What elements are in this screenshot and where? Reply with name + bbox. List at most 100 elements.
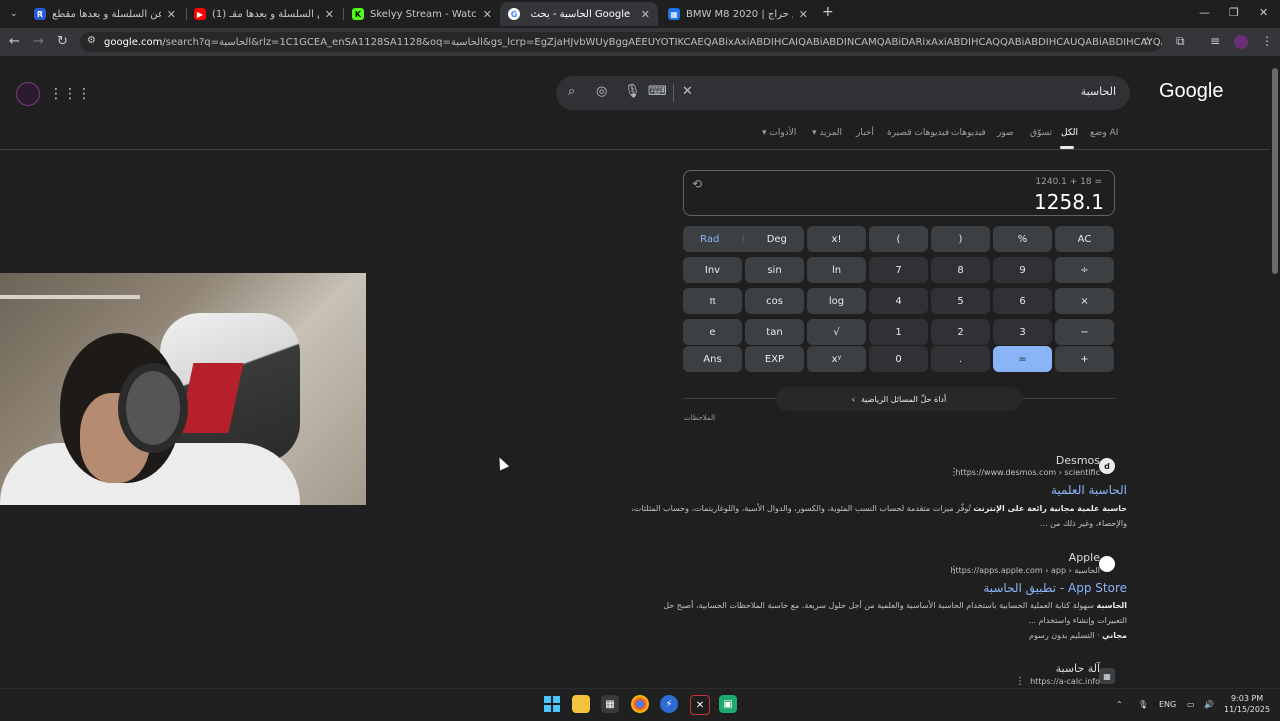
bookmark-star-icon[interactable]: ☆ xyxy=(1142,34,1153,48)
key-log[interactable]: log xyxy=(807,288,866,314)
close-icon[interactable]: ✕ xyxy=(799,8,808,21)
key-e[interactable]: e xyxy=(683,319,742,345)
key-6[interactable]: 6 xyxy=(993,288,1052,314)
key-power[interactable]: xʸ xyxy=(807,346,866,372)
tab-1[interactable]: R تتكلم عن السلسلة و بعدها مقطع ✕ xyxy=(26,2,184,26)
tab-5[interactable]: ▦ BMW M8 2020 | موقع حراج ✕ xyxy=(660,2,816,26)
key-rparen[interactable]: ) xyxy=(931,226,990,252)
key-inv[interactable]: Inv xyxy=(683,257,742,283)
key-multiply[interactable]: × xyxy=(1055,288,1114,314)
system-clock[interactable]: 9:03 PM 11/15/2025 xyxy=(1224,693,1270,715)
address-bar[interactable]: ⚙ google.com/search?q=الحاسبة&rlz=1C1GCE… xyxy=(80,32,1162,52)
chevron-up-icon[interactable]: ⌃ xyxy=(1116,700,1123,709)
key-sin[interactable]: sin xyxy=(745,257,804,283)
apps-grid-icon[interactable]: ⋮⋮⋮ xyxy=(49,86,91,102)
tab-tools[interactable]: ▾ الأدوات xyxy=(762,128,796,138)
key-9[interactable]: 9 xyxy=(993,257,1052,283)
tab-search-button[interactable]: ⌄ xyxy=(2,2,24,26)
close-icon[interactable]: ✕ xyxy=(325,8,334,21)
restore-button[interactable]: ❐ xyxy=(1229,6,1239,19)
lens-icon[interactable]: ◎ xyxy=(596,84,607,99)
more-options-icon[interactable]: ⋮ xyxy=(949,565,959,576)
account-avatar[interactable] xyxy=(16,82,40,106)
back-icon[interactable]: ← xyxy=(9,34,20,49)
green-app-icon[interactable]: ▣ xyxy=(719,695,737,713)
key-5[interactable]: 5 xyxy=(931,288,990,314)
rad-deg-toggle[interactable]: Rad | Deg xyxy=(683,226,804,252)
page-scrollbar[interactable] xyxy=(1270,56,1280,688)
chrome-icon[interactable] xyxy=(631,695,649,713)
key-dot[interactable]: . xyxy=(931,346,990,372)
minimize-button[interactable]: — xyxy=(1199,6,1210,19)
result-title[interactable]: الحاسبة العلمية xyxy=(1051,483,1127,497)
close-window-button[interactable]: ✕ xyxy=(1259,6,1268,19)
mic-tray-icon[interactable]: 🎙 xyxy=(1138,700,1148,709)
key-ln[interactable]: ln xyxy=(807,257,866,283)
key-ac[interactable]: AC xyxy=(1055,226,1114,252)
keyboard-icon[interactable]: ⌨ xyxy=(648,84,667,99)
key-1[interactable]: 1 xyxy=(869,319,928,345)
capcut-icon[interactable]: ✕ xyxy=(690,695,710,715)
result-url[interactable]: https://a-calc.info xyxy=(1030,677,1100,686)
reload-icon[interactable]: ↻ xyxy=(57,34,68,49)
tab-news[interactable]: أخبار xyxy=(856,128,874,138)
close-icon[interactable]: ✕ xyxy=(167,8,176,21)
result-site-name[interactable]: آلة حاسبة xyxy=(1056,662,1100,675)
search-query[interactable]: الحاسبة xyxy=(1081,85,1116,98)
tab-2[interactable]: ▶ (1) تتكلم عن السلسلة و بعدها مقـ ✕ xyxy=(186,2,342,26)
network-icon[interactable]: ▭ xyxy=(1187,700,1195,709)
mic-icon[interactable]: 🎙 xyxy=(624,84,641,99)
tab-all[interactable]: الكل xyxy=(1061,128,1078,138)
close-icon[interactable]: ✕ xyxy=(483,8,492,21)
app-icon[interactable]: ⚡ xyxy=(660,695,678,713)
key-0[interactable]: 0 xyxy=(869,346,928,372)
key-divide[interactable]: ÷ xyxy=(1055,257,1114,283)
google-logo[interactable]: Google xyxy=(1159,80,1224,103)
key-7[interactable]: 7 xyxy=(869,257,928,283)
profile-avatar-icon[interactable] xyxy=(1234,35,1248,49)
key-lparen[interactable]: ( xyxy=(869,226,928,252)
result-url[interactable]: https://www.desmos.com › scientific xyxy=(955,468,1100,477)
tab-4-active[interactable]: G الحاسبة - بحث Google ✕ xyxy=(500,2,658,26)
tab-3[interactable]: K Skelyy Stream - Watch Live on ✕ xyxy=(344,2,500,26)
feedback-link[interactable]: الملاحظات xyxy=(684,414,715,422)
key-minus[interactable]: − xyxy=(1055,319,1114,345)
history-icon[interactable]: ⟲ xyxy=(692,177,702,191)
tab-more[interactable]: ▾ المزيد xyxy=(812,128,842,138)
close-icon[interactable]: ✕ xyxy=(641,8,650,21)
key-sqrt[interactable]: √ xyxy=(807,319,866,345)
key-ans[interactable]: Ans xyxy=(683,346,742,372)
key-pi[interactable]: π xyxy=(683,288,742,314)
site-info-icon[interactable]: ⚙ xyxy=(87,35,96,46)
volume-icon[interactable]: 🔊 xyxy=(1204,700,1214,709)
result-title[interactable]: تطبيق الحاسبة - App Store xyxy=(983,581,1127,595)
file-explorer-icon[interactable] xyxy=(572,695,590,713)
key-2[interactable]: 2 xyxy=(931,319,990,345)
rad-label[interactable]: Rad xyxy=(700,234,719,245)
start-icon[interactable] xyxy=(543,695,561,713)
key-factorial[interactable]: x! xyxy=(807,226,866,252)
search-icon[interactable]: ⌕ xyxy=(568,84,575,99)
new-tab-button[interactable]: + xyxy=(822,4,834,20)
menu-kebab-icon[interactable]: ⋮ xyxy=(1261,34,1273,48)
deg-label[interactable]: Deg xyxy=(767,234,787,245)
more-options-icon[interactable]: ⋮ xyxy=(949,467,959,478)
more-options-icon[interactable]: ⋮ xyxy=(1015,676,1025,687)
key-exp[interactable]: EXP xyxy=(745,346,804,372)
result-site-name[interactable]: Apple xyxy=(1069,551,1100,564)
result-site-name[interactable]: Desmos xyxy=(1056,454,1100,467)
clear-icon[interactable]: ✕ xyxy=(682,84,693,99)
forward-icon[interactable]: → xyxy=(33,34,44,49)
key-cos[interactable]: cos xyxy=(745,288,804,314)
key-equals[interactable]: = xyxy=(993,346,1052,372)
extensions-icon[interactable]: ⧉ xyxy=(1176,34,1185,49)
key-percent[interactable]: % xyxy=(993,226,1052,252)
tab-images[interactable]: صور xyxy=(997,128,1014,138)
scrollbar-thumb[interactable] xyxy=(1272,68,1278,274)
search-box[interactable]: ⌕ ◎ 🎙 ⌨ ✕ الحاسبة xyxy=(556,76,1130,110)
media-control-icon[interactable]: ≡ xyxy=(1210,34,1220,48)
tab-videos[interactable]: فيديوهات xyxy=(951,128,986,138)
tab-short-videos[interactable]: فيديوهات قصيرة xyxy=(887,128,949,138)
key-tan[interactable]: tan xyxy=(745,319,804,345)
language-indicator[interactable]: ENG xyxy=(1159,700,1176,709)
